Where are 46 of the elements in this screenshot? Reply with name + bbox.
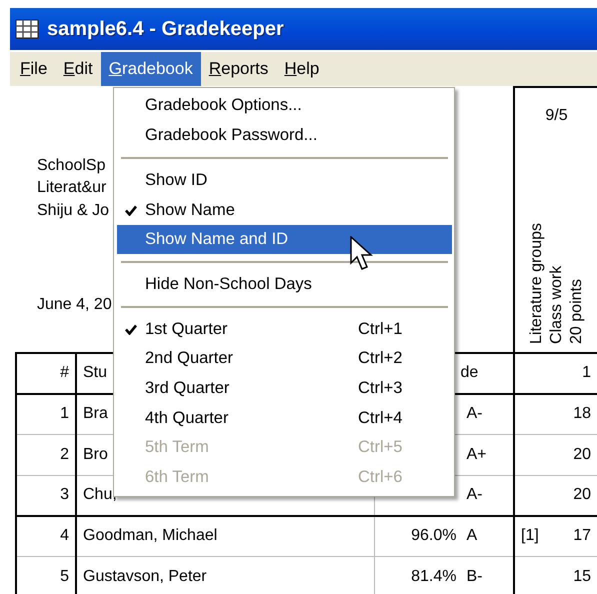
report-date: June 4, 20: [37, 295, 112, 315]
table-cell-text: A-: [466, 404, 482, 424]
table-cell: 2: [16, 434, 76, 476]
column-header: 1: [514, 353, 597, 394]
menu-option[interactable]: Gradebook Options...: [117, 91, 452, 121]
assignment-heading: Class work: [546, 264, 566, 344]
menu-item[interactable]: Reports: [200, 52, 276, 86]
menu-option[interactable]: 1st Quarter Ctrl+1: [117, 314, 452, 344]
table-cell-text: 81.4%: [410, 566, 456, 587]
menu-option[interactable]: Hide Non-School Days: [117, 269, 452, 300]
assignment-heading: 20 points: [566, 278, 586, 344]
menu-item[interactable]: Gradebook: [100, 52, 201, 86]
table-cell-text: 17: [573, 526, 592, 546]
table-cell: Gustavson, Peter: [76, 556, 374, 594]
table-cell-text: 18: [573, 404, 592, 424]
table-cell-text: 20: [573, 485, 592, 506]
window-title: sample6.4 - Gradekeeper: [47, 17, 284, 42]
table-cell-text: 96.0%: [410, 526, 456, 546]
table-cell-text: 20: [573, 444, 592, 465]
table-cell: Goodman, Michael: [76, 516, 374, 556]
header-text: Literat&ur: [37, 178, 106, 198]
shortcut-text: Ctrl+1: [358, 318, 402, 340]
menu-option[interactable]: Show ID: [117, 165, 452, 196]
menu-option[interactable]: Show Name and ID: [117, 224, 452, 254]
menu-item[interactable]: Help: [276, 52, 328, 86]
table-cell: 5: [16, 556, 76, 594]
table-cell-text: 15: [573, 566, 592, 587]
menu-item[interactable]: Edit: [55, 52, 101, 86]
column-header: #: [16, 353, 76, 394]
table-cell: 3: [16, 475, 76, 516]
menu-option[interactable]: Show Name: [117, 195, 452, 225]
table-cell: 1: [16, 394, 76, 434]
grid-icon: [15, 19, 39, 39]
table-cell-text: A-: [466, 485, 482, 506]
table-cell-text: [1]: [521, 526, 539, 546]
assignment-heading: Literature groups: [526, 223, 546, 344]
header-text: SchoolSp: [37, 156, 106, 176]
assignment-date: 9/5: [545, 106, 568, 126]
menu-item[interactable]: File: [12, 52, 56, 86]
mouse-pointer-icon: [350, 236, 374, 272]
menu-option[interactable]: Gradebook Password...: [117, 120, 452, 150]
table-cell-text: B-: [466, 566, 482, 587]
table-cell-text: A+: [466, 444, 487, 465]
table-cell-text: A: [466, 526, 478, 546]
table-cell: 4: [16, 516, 76, 556]
header-text: Shiju & Jo: [37, 200, 110, 220]
